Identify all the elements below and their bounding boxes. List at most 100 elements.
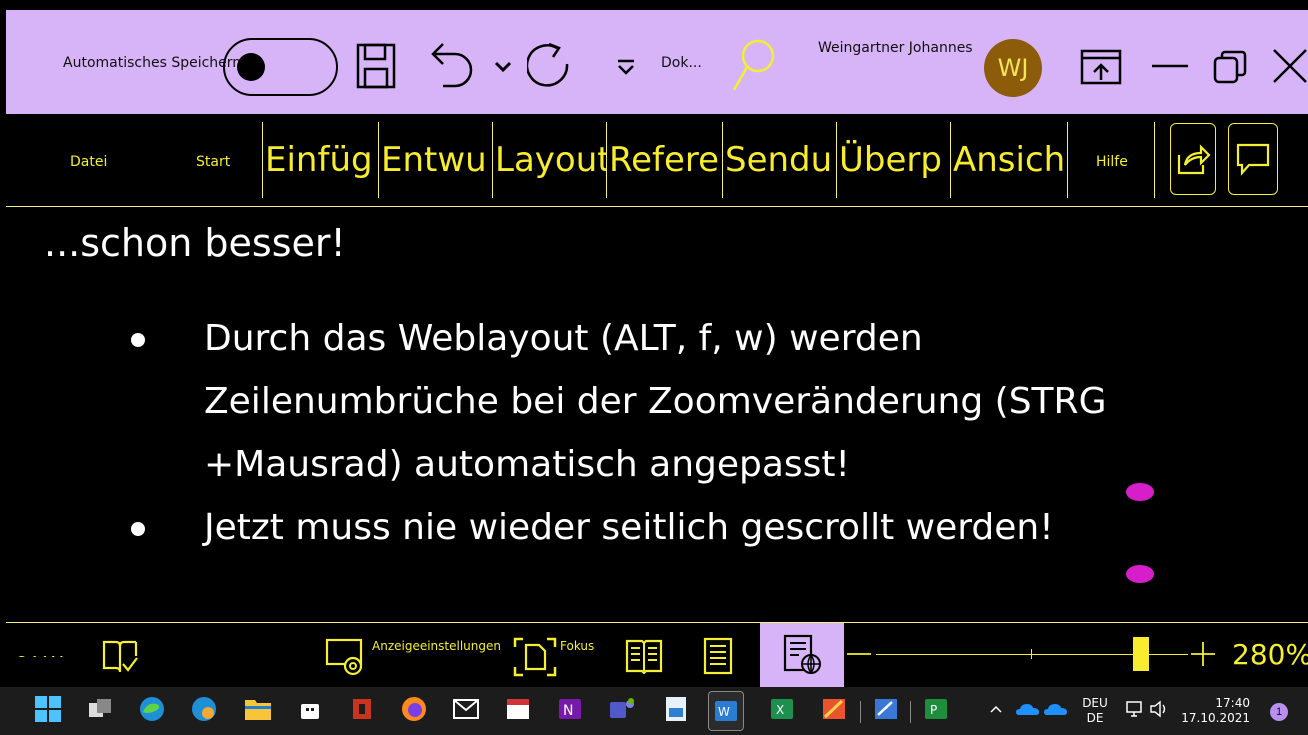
redo-button[interactable] xyxy=(526,39,578,95)
selection-handle-bottom[interactable] xyxy=(1126,565,1154,583)
tab-start[interactable]: Start xyxy=(196,154,230,170)
display-settings-icon xyxy=(325,638,363,676)
zoom-in-button[interactable] xyxy=(1188,639,1218,669)
taskbar-paint-icon[interactable] xyxy=(820,695,848,723)
undo-dropdown[interactable] xyxy=(490,55,516,79)
language-indicator[interactable]: DEU DE xyxy=(1076,696,1114,726)
ribbon-divider xyxy=(1154,122,1155,198)
notification-badge[interactable]: 1 xyxy=(1270,703,1288,721)
minimize-button[interactable] xyxy=(1148,49,1192,83)
minimize-icon xyxy=(1152,64,1188,68)
tab-hilfe[interactable]: Hilfe xyxy=(1096,154,1128,170)
task-view-button[interactable] xyxy=(86,695,114,723)
bullet-item: Durch das Weblayout (ALT, f, w) werden Z… xyxy=(126,307,1206,496)
comments-button[interactable] xyxy=(1228,123,1278,195)
save-icon xyxy=(356,43,396,89)
ribbon-display-icon xyxy=(1080,49,1122,85)
bullet-list: Durch das Weblayout (ALT, f, w) werden Z… xyxy=(126,307,1206,559)
print-layout-icon xyxy=(703,637,733,675)
autosave-label: Automatisches Speichern xyxy=(63,55,242,71)
display-settings-button[interactable] xyxy=(324,635,370,679)
tab-datei[interactable]: Datei xyxy=(70,154,107,170)
tab-ueberpruefen[interactable]: Überp xyxy=(836,122,951,198)
read-mode-button[interactable] xyxy=(622,635,666,677)
taskbar-firefox-icon[interactable] xyxy=(400,695,428,723)
taskbar-teams-icon[interactable] xyxy=(608,695,636,723)
display-settings-label[interactable]: Anzeigeeinstellungen xyxy=(372,639,501,653)
tab-einfuegen[interactable]: Einfüg xyxy=(262,122,379,198)
focus-label[interactable]: Fokus xyxy=(560,639,594,653)
customize-toolbar-button[interactable] xyxy=(614,53,638,81)
onedrive-icon[interactable] xyxy=(1014,695,1042,723)
taskbar-mail-icon[interactable] xyxy=(452,695,480,723)
undo-button[interactable] xyxy=(428,39,476,93)
focus-icon xyxy=(513,637,557,677)
keyboard-layout: DE xyxy=(1086,711,1104,725)
ribbon-display-options-button[interactable] xyxy=(1078,47,1124,87)
volume-icon[interactable] xyxy=(1148,695,1170,723)
document-heading: ...schon besser! xyxy=(44,221,346,265)
print-layout-button[interactable] xyxy=(698,635,738,677)
clock-time: 17:40 xyxy=(1215,696,1250,710)
taskbar-calendar-icon[interactable] xyxy=(504,695,532,723)
tab-layout[interactable]: Layout xyxy=(492,122,607,198)
task-view-icon xyxy=(89,699,111,717)
word-count[interactable]: 24 W xyxy=(16,645,76,657)
comment-icon xyxy=(1236,143,1270,176)
proofing-button[interactable] xyxy=(98,637,142,677)
read-mode-icon xyxy=(625,639,663,674)
language-code: DEU xyxy=(1082,696,1108,710)
restore-button[interactable] xyxy=(1210,45,1250,89)
title-bar: Automatisches Speichern Dok... Weingartn… xyxy=(6,10,1308,114)
toggle-knob xyxy=(237,53,265,81)
tab-entwurf[interactable]: Entwu xyxy=(378,122,493,198)
focus-button[interactable] xyxy=(512,635,558,679)
autosave-toggle[interactable] xyxy=(223,38,338,96)
minus-icon xyxy=(847,653,871,655)
selection-handle-top[interactable] xyxy=(1126,483,1154,501)
taskbar-separator xyxy=(860,701,861,723)
document-area[interactable]: ...schon besser! Durch das Weblayout (AL… xyxy=(6,207,1308,621)
start-button[interactable] xyxy=(34,695,62,723)
plus-icon xyxy=(1191,642,1215,666)
share-button[interactable] xyxy=(1170,123,1216,195)
zoom-slider-center-mark xyxy=(1031,649,1032,659)
zoom-level[interactable]: 280% xyxy=(1232,638,1308,671)
zoom-out-button[interactable] xyxy=(844,641,874,667)
chevron-up-icon xyxy=(990,705,1002,713)
network-icon[interactable] xyxy=(1124,695,1146,723)
document-name[interactable]: Dok... xyxy=(661,55,702,71)
tab-ansicht[interactable]: Ansich xyxy=(950,122,1068,198)
avatar[interactable]: WJ xyxy=(984,39,1042,97)
taskbar-word-icon[interactable]: W xyxy=(708,691,744,731)
search-button[interactable] xyxy=(730,37,776,95)
clock[interactable]: 17:40 17.10.2021 xyxy=(1174,696,1250,726)
onedrive-business-icon[interactable] xyxy=(1042,695,1070,723)
zoom-slider-thumb[interactable] xyxy=(1133,637,1150,671)
taskbar-store-icon[interactable] xyxy=(296,695,324,723)
close-icon xyxy=(1273,49,1307,83)
ribbon-tabs: Datei Start Einfüg Entwu Layout Refere S… xyxy=(6,114,1308,207)
taskbar-onenote-icon[interactable]: N xyxy=(556,695,584,723)
web-layout-button[interactable] xyxy=(760,623,844,687)
windows-start-icon xyxy=(35,696,61,722)
taskbar-edge-icon[interactable] xyxy=(138,695,166,723)
undo-icon xyxy=(431,43,473,88)
close-button[interactable] xyxy=(1268,43,1308,89)
save-button[interactable] xyxy=(354,39,398,93)
restore-icon xyxy=(1213,50,1247,84)
tab-sendungen[interactable]: Sendu xyxy=(722,122,837,198)
search-icon xyxy=(732,39,775,91)
show-hidden-icons-button[interactable] xyxy=(986,695,1006,723)
taskbar-notepad-icon[interactable] xyxy=(662,695,690,723)
taskbar-office-icon[interactable] xyxy=(348,695,376,723)
web-layout-icon xyxy=(783,634,821,674)
taskbar-edge-beta-icon[interactable] xyxy=(190,695,218,723)
taskbar: N W X P DEU DE 17:40 17.10.2021 1 xyxy=(0,687,1308,735)
taskbar-excel-icon[interactable]: X xyxy=(768,695,796,723)
bullet-item: Jetzt muss nie wieder seitlich gescrollt… xyxy=(126,496,1206,559)
taskbar-whiteboard-icon[interactable] xyxy=(872,695,900,723)
taskbar-project-icon[interactable]: P xyxy=(922,695,950,723)
tab-referenzen[interactable]: Refere xyxy=(606,122,723,198)
taskbar-file-explorer-icon[interactable] xyxy=(244,695,272,723)
